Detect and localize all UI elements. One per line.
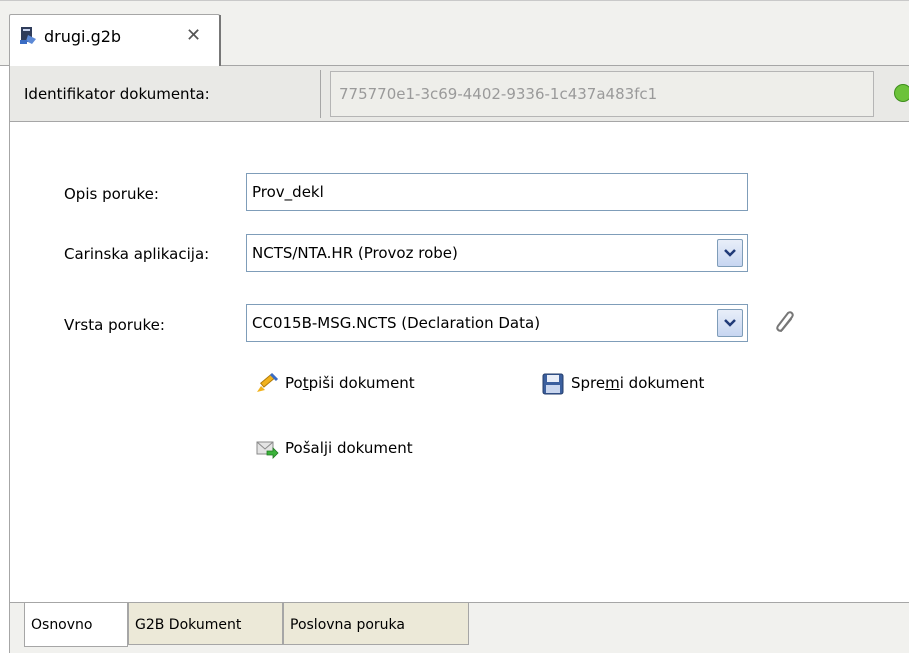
bottom-tab-bar: Osnovno G2B Dokument Poslovna poruka — [9, 602, 909, 653]
identifier-value: 775770e1-3c69-4402-9336-1c437a483fc1 — [339, 85, 658, 103]
spremi-label-mnemonic: m — [605, 374, 620, 392]
potpisi-dokument-button[interactable]: Potpiši dokument — [255, 372, 475, 398]
opis-label: Opis poruke: — [64, 185, 159, 203]
posalji-dokument-button[interactable]: Pošalji dokument — [255, 437, 475, 463]
chevron-down-icon[interactable] — [717, 239, 743, 267]
tab-drugi-g2b[interactable]: drugi.g2b ✕ — [9, 14, 221, 67]
go-icon[interactable] — [894, 84, 909, 102]
sign-pen-icon — [257, 372, 279, 392]
tab-osnovno[interactable]: Osnovno — [24, 603, 128, 647]
tab-g2b-dokument[interactable]: G2B Dokument — [128, 603, 283, 645]
tab-poslovna-poruka-label: Poslovna poruka — [290, 617, 405, 633]
spremi-label-a: Spre — [571, 374, 606, 392]
vrsta-label: Vrsta poruke: — [64, 316, 165, 334]
potpisi-label-a: Po — [285, 374, 303, 392]
document-file-icon — [20, 27, 36, 44]
carinska-aplikacija-value: NCTS/NTA.HR (Provoz robe) — [252, 244, 458, 262]
identifier-divider — [320, 70, 321, 118]
close-icon[interactable]: ✕ — [186, 25, 201, 46]
tab-separator — [219, 15, 221, 67]
identifier-field[interactable]: 775770e1-3c69-4402-9336-1c437a483fc1 — [330, 71, 874, 117]
spremi-dokument-button[interactable]: Spremi dokument — [541, 372, 761, 398]
tab-g2b-dokument-label: G2B Dokument — [135, 617, 242, 633]
posalji-label: Pošalji dokument — [285, 439, 413, 457]
identifier-label: Identifikator dokumenta: — [24, 85, 210, 103]
floppy-disk-icon — [542, 373, 564, 395]
carinska-label: Carinska aplikacija: — [64, 245, 210, 263]
spremi-label-b: i dokument — [619, 374, 705, 392]
send-mail-icon — [256, 441, 279, 459]
tab-poslovna-poruka[interactable]: Poslovna poruka — [283, 603, 469, 645]
vrsta-poruke-value: CC015B-MSG.NCTS (Declaration Data) — [252, 314, 541, 332]
paperclip-icon[interactable] — [774, 310, 798, 336]
form-panel: Opis poruke: Prov_dekl Carinska aplikaci… — [9, 122, 909, 602]
vrsta-poruke-select[interactable]: CC015B-MSG.NCTS (Declaration Data) — [246, 304, 748, 342]
potpisi-label-b: piši dokument — [308, 374, 415, 392]
tab-osnovno-label: Osnovno — [31, 617, 93, 633]
opis-poruke-input[interactable]: Prov_dekl — [246, 173, 748, 211]
opis-poruke-value: Prov_dekl — [252, 183, 324, 201]
tab-title: drugi.g2b — [44, 27, 122, 46]
carinska-aplikacija-select[interactable]: NCTS/NTA.HR (Provoz robe) — [246, 234, 748, 272]
chevron-down-icon[interactable] — [717, 309, 743, 337]
identifier-bar: Identifikator dokumenta: 775770e1-3c69-4… — [9, 66, 909, 122]
